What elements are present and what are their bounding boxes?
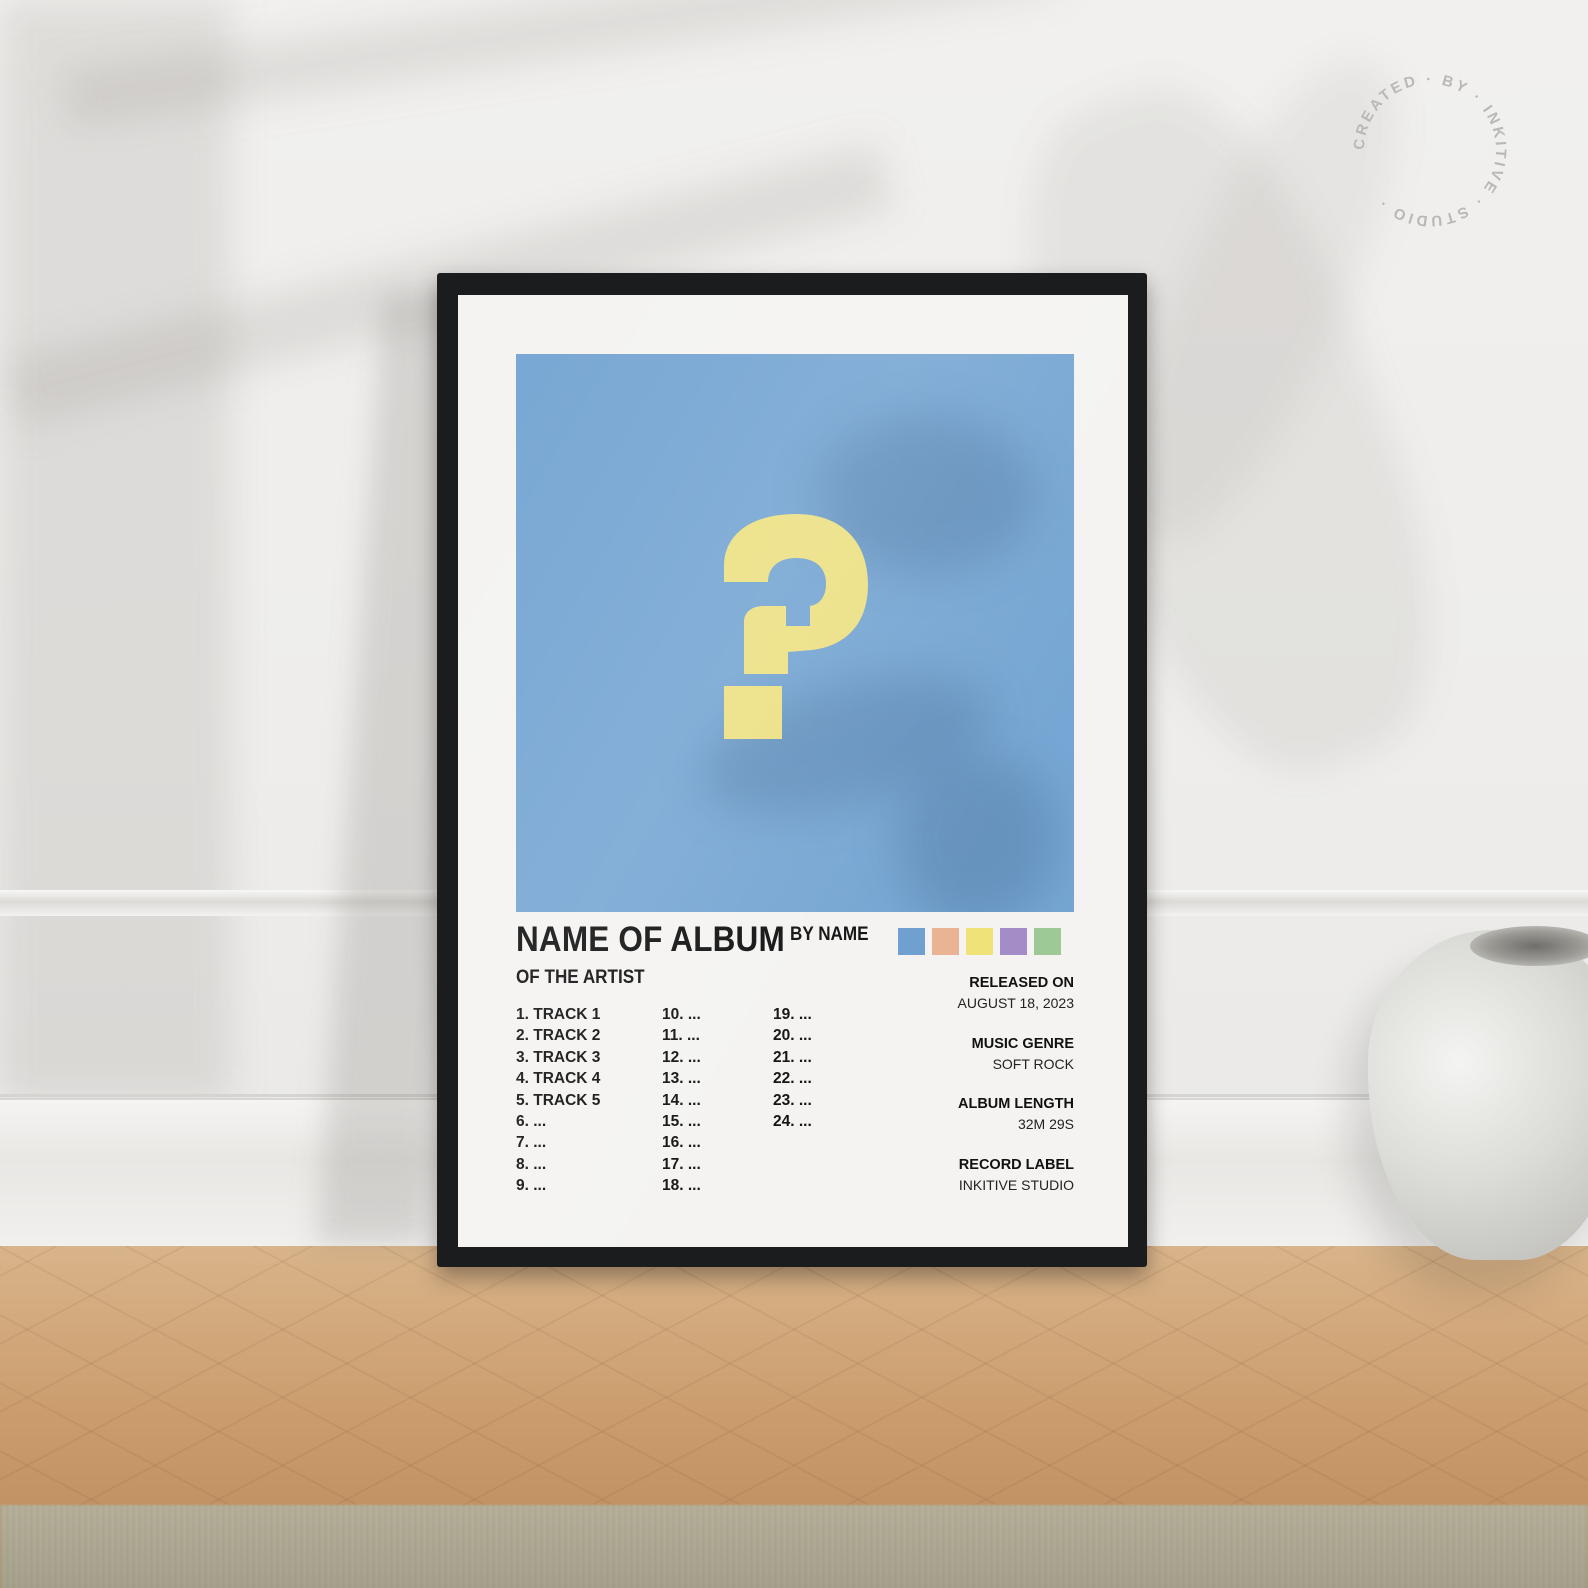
track-item: 20. ...: [773, 1027, 812, 1045]
palette-swatch-2: [932, 928, 959, 955]
info-released: RELEASED ON AUGUST 18, 2023: [958, 974, 1074, 1035]
room-scene: CREATED · BY · INKITIVE · STUDIO · NAME …: [0, 0, 1588, 1588]
info-value: SOFT ROCK: [992, 1055, 1074, 1072]
track-item: 12. ...: [662, 1048, 701, 1066]
track-item: 21. ...: [773, 1048, 812, 1066]
brand-badge: CREATED · BY · INKITIVE · STUDIO ·: [1351, 71, 1510, 229]
track-item: 22. ...: [773, 1070, 812, 1088]
album-cover: [516, 354, 1074, 912]
info-label: RECORD LABEL: [958, 1156, 1074, 1173]
tracklist-column-2: 10. ... 11. ... 12. ... 13. ... 14. ... …: [662, 1004, 701, 1197]
info-genre: MUSIC GENRE SOFT ROCK: [958, 1035, 1074, 1096]
track-item: 13. ...: [662, 1070, 701, 1088]
track-item: 16. ...: [662, 1134, 701, 1152]
artist-subtitle: OF THE ARTIST: [516, 967, 645, 988]
palette-swatch-4: [1000, 928, 1027, 955]
track-item: 5. TRACK 5: [516, 1091, 601, 1109]
track-item: 3. TRACK 3: [516, 1048, 601, 1066]
artist-by-name: BY NAME: [790, 924, 869, 945]
track-item: 17. ...: [662, 1155, 701, 1173]
track-item: 10. ...: [662, 1006, 701, 1023]
info-value: AUGUST 18, 2023: [957, 995, 1074, 1011]
tracklist-column-1: 1. TRACK 1 2. TRACK 2 3. TRACK 3 4. TRAC…: [516, 1004, 600, 1197]
track-item: 23. ...: [773, 1091, 812, 1109]
window-shadow: [0, 0, 230, 1100]
rug: [0, 1505, 1588, 1588]
palette-swatch-5: [1034, 928, 1061, 955]
color-palette: [898, 928, 1061, 955]
info-label-record: RECORD LABEL INKITIVE STUDIO: [958, 1156, 1074, 1217]
album-info: RELEASED ON AUGUST 18, 2023 MUSIC GENRE …: [958, 974, 1074, 1216]
info-value: 32M 29S: [1017, 1116, 1074, 1132]
track-item: 4. TRACK 4: [516, 1070, 601, 1088]
cover-shadow: [896, 754, 1056, 912]
vase-opening: [1470, 926, 1588, 966]
info-label: ALBUM LENGTH: [958, 1096, 1074, 1112]
track-item: 24. ...: [773, 1112, 812, 1130]
track-item: 2. TRACK 2: [516, 1027, 601, 1045]
track-item: 11. ...: [662, 1027, 700, 1045]
palette-swatch-1: [898, 928, 925, 955]
tracklist-column-3: 19. ... 20. ... 21. ... 22. ... 23. ... …: [773, 1004, 812, 1132]
track-item: 19. ...: [773, 1006, 812, 1023]
info-value: INKITIVE STUDIO: [958, 1176, 1074, 1193]
album-title: NAME OF ALBUM: [516, 920, 785, 959]
svg-text:CREATED · BY · INKITIVE · STUD: CREATED · BY · INKITIVE · STUDIO ·: [1351, 71, 1510, 229]
info-label: RELEASED ON: [969, 975, 1074, 991]
track-item: 14. ...: [662, 1091, 701, 1109]
info-label: MUSIC GENRE: [971, 1035, 1074, 1052]
track-item: 15. ...: [662, 1112, 701, 1130]
track-item: 7. ...: [516, 1134, 547, 1152]
track-item: 1. TRACK 1: [516, 1006, 601, 1023]
badge-text: CREATED · BY · INKITIVE · STUDIO ·: [1351, 71, 1507, 229]
track-item: 8. ...: [516, 1155, 547, 1173]
palette-swatch-3: [966, 928, 993, 955]
info-length: ALBUM LENGTH 32M 29S: [958, 1095, 1074, 1156]
track-item: 6. ...: [516, 1112, 547, 1130]
track-item: 9. ...: [516, 1177, 547, 1195]
track-item: 18. ...: [662, 1177, 701, 1195]
question-mark-icon: [724, 514, 868, 739]
